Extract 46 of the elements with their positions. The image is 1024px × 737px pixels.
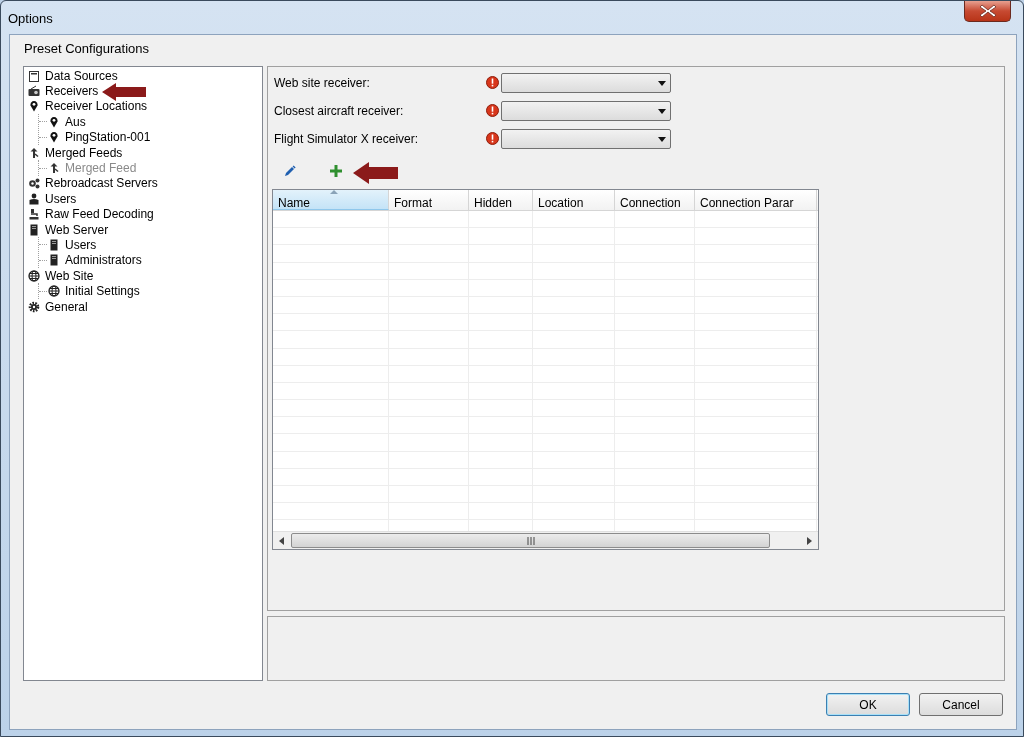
pencil-icon[interactable] [284, 165, 296, 177]
column-header[interactable]: Hidden [469, 190, 533, 210]
close-icon [977, 4, 998, 18]
tree-item[interactable]: Data Sources [45, 66, 118, 85]
merge-arrow-icon [48, 162, 60, 175]
radio-icon [28, 85, 40, 98]
dialog-button[interactable]: Cancel [919, 693, 1003, 716]
field-label: Flight Simulator X receiver: [274, 131, 420, 148]
map-pin-icon [28, 100, 40, 113]
receiver-dropdown[interactable] [501, 129, 671, 149]
receiver-dropdown[interactable] [501, 73, 671, 93]
document-icon [28, 69, 40, 82]
column-header[interactable]: Connection Parar [695, 190, 817, 210]
dialog-button[interactable]: OK [826, 693, 910, 716]
server-tower-icon [48, 254, 60, 267]
section-title: Preset Configurations [23, 40, 150, 58]
scroll-thumb[interactable] [291, 533, 770, 548]
plus-icon[interactable] [330, 165, 342, 177]
close-button[interactable] [964, 1, 1011, 22]
annotation-arrow [102, 83, 146, 101]
tree-item[interactable]: Users [65, 236, 97, 254]
field-label: Closest aircraft receiver: [274, 103, 405, 120]
column-header[interactable]: Location [533, 190, 615, 210]
server-tower-icon [28, 223, 40, 236]
receiver-dropdown[interactable] [501, 101, 671, 121]
column-header[interactable]: Connection [615, 190, 695, 210]
column-header[interactable]: Name [273, 190, 389, 210]
server-tower-icon [48, 239, 60, 251]
window-title: Options [7, 10, 54, 28]
user-icon [28, 192, 40, 205]
map-pin-icon [48, 115, 60, 128]
dropdown-caret-icon [658, 80, 666, 86]
field-label: Web site receiver: [274, 75, 371, 92]
merge-arrow-icon [28, 146, 40, 159]
dropdown-caret-icon [658, 136, 666, 142]
horizontal-scrollbar[interactable] [273, 531, 818, 549]
annotation-arrow [353, 162, 398, 184]
globe-icon [48, 285, 60, 298]
gears-icon [28, 177, 40, 190]
dropdown-caret-icon [658, 108, 666, 114]
gear-icon [28, 300, 40, 313]
column-header[interactable]: Format [389, 190, 469, 210]
decoder-icon [28, 208, 40, 221]
map-pin-icon [48, 131, 60, 144]
sort-arrow-icon [330, 190, 338, 194]
globe-icon [28, 269, 40, 282]
